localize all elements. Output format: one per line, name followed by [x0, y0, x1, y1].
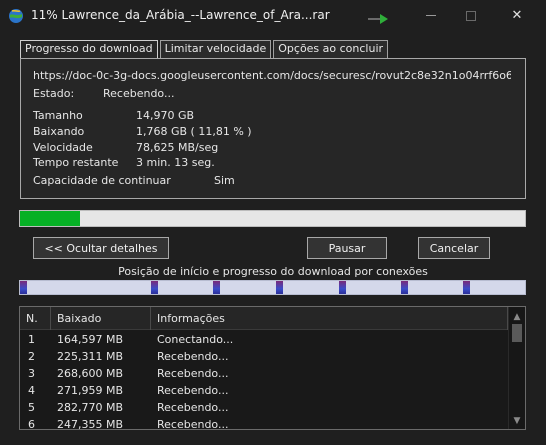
download-url: https://doc-0c-3g-docs.googleusercontent…	[33, 69, 511, 82]
connections-progress-bar	[19, 280, 526, 295]
maximize-button[interactable]	[448, 0, 494, 31]
table-row[interactable]: 3 268,600 MB Recebendo...	[20, 365, 508, 382]
scroll-thumb[interactable]	[512, 324, 522, 342]
row-number: 4	[28, 384, 35, 397]
status-value: Recebendo...	[103, 87, 175, 100]
row-number: 6	[28, 418, 35, 430]
resume-capability-value: Sim	[214, 174, 235, 187]
pause-button[interactable]: Pausar	[307, 237, 387, 259]
downloaded-label: Baixando	[33, 125, 85, 138]
resume-capability-label: Capacidade de continuar	[33, 174, 171, 187]
connection-segment	[151, 281, 158, 294]
row-downloaded: 164,597 MB	[57, 333, 124, 346]
connections-progress-label: Posição de início e progresso do downloa…	[118, 265, 428, 278]
scroll-down-icon[interactable]: ▼	[509, 413, 525, 428]
connection-segment	[20, 281, 27, 294]
close-button[interactable]: ✕	[494, 0, 540, 31]
row-downloaded: 282,770 MB	[57, 401, 124, 414]
title-bar: 11% Lawrence_da_Arábia_--Lawrence_of_Ara…	[0, 0, 546, 31]
cancel-button[interactable]: Cancelar	[418, 237, 490, 259]
table-scrollbar[interactable]: ▲ ▼	[508, 307, 525, 429]
minimize-icon	[426, 15, 436, 16]
row-number: 5	[28, 401, 35, 414]
table-row[interactable]: 5 282,770 MB Recebendo...	[20, 399, 508, 416]
connection-segment	[463, 281, 470, 294]
row-info: Recebendo...	[157, 350, 229, 363]
close-icon: ✕	[511, 8, 523, 23]
table-header: N. Baixado Informações	[20, 307, 508, 330]
time-remaining-label: Tempo restante	[33, 156, 119, 169]
table-row[interactable]: 6 247,355 MB Recebendo...	[20, 416, 508, 430]
window-title: 11% Lawrence_da_Arábia_--Lawrence_of_Ara…	[31, 8, 330, 22]
idm-globe-icon	[9, 9, 23, 23]
row-info: Recebendo...	[157, 367, 229, 380]
row-downloaded: 225,311 MB	[57, 350, 124, 363]
table-row[interactable]: 1 164,597 MB Conectando...	[20, 331, 508, 348]
scroll-up-icon[interactable]: ▲	[509, 309, 525, 324]
row-downloaded: 271,959 MB	[57, 384, 124, 397]
tab-completion-options[interactable]: Opções ao concluir	[273, 40, 389, 58]
table-row[interactable]: 2 225,311 MB Recebendo...	[20, 348, 508, 365]
speed-label: Velocidade	[33, 141, 93, 154]
speed-value: 78,625 MB/seg	[136, 141, 219, 154]
connection-segment	[213, 281, 220, 294]
maximize-icon	[466, 10, 476, 21]
row-info: Recebendo...	[157, 401, 229, 414]
row-number: 3	[28, 367, 35, 380]
row-info: Conectando...	[157, 333, 234, 346]
tab-download-progress[interactable]: Progresso do download	[20, 40, 158, 58]
download-info-panel: https://doc-0c-3g-docs.googleusercontent…	[20, 58, 526, 199]
tab-bar: Progresso do download Limitar velocidade…	[20, 40, 390, 58]
connection-segment	[339, 281, 346, 294]
column-header-info[interactable]: Informações	[151, 307, 508, 330]
download-progress-bar	[19, 210, 526, 227]
downloaded-value: 1,768 GB ( 11,81 % )	[136, 125, 252, 138]
row-downloaded: 247,355 MB	[57, 418, 124, 430]
connections-table: N. Baixado Informações 1 164,597 MB Cone…	[19, 306, 526, 430]
status-label: Estado:	[33, 87, 75, 100]
row-downloaded: 268,600 MB	[57, 367, 124, 380]
row-number: 2	[28, 350, 35, 363]
column-header-number[interactable]: N.	[20, 307, 51, 330]
row-info: Recebendo...	[157, 384, 229, 397]
row-number: 1	[28, 333, 35, 346]
progress-fill	[20, 211, 80, 226]
column-header-downloaded[interactable]: Baixado	[51, 307, 151, 330]
size-label: Tamanho	[33, 109, 83, 122]
tab-speed-limit[interactable]: Limitar velocidade	[159, 40, 272, 58]
size-value: 14,970 GB	[136, 109, 195, 122]
hide-details-button[interactable]: << Ocultar detalhes	[33, 237, 169, 259]
connection-segment	[401, 281, 408, 294]
arrow-status-icon	[368, 14, 388, 24]
connection-segment	[276, 281, 283, 294]
time-remaining-value: 3 min. 13 seg.	[136, 156, 215, 169]
table-row[interactable]: 4 271,959 MB Recebendo...	[20, 382, 508, 399]
row-info: Recebendo...	[157, 418, 229, 430]
table-body: 1 164,597 MB Conectando... 2 225,311 MB …	[20, 331, 508, 430]
